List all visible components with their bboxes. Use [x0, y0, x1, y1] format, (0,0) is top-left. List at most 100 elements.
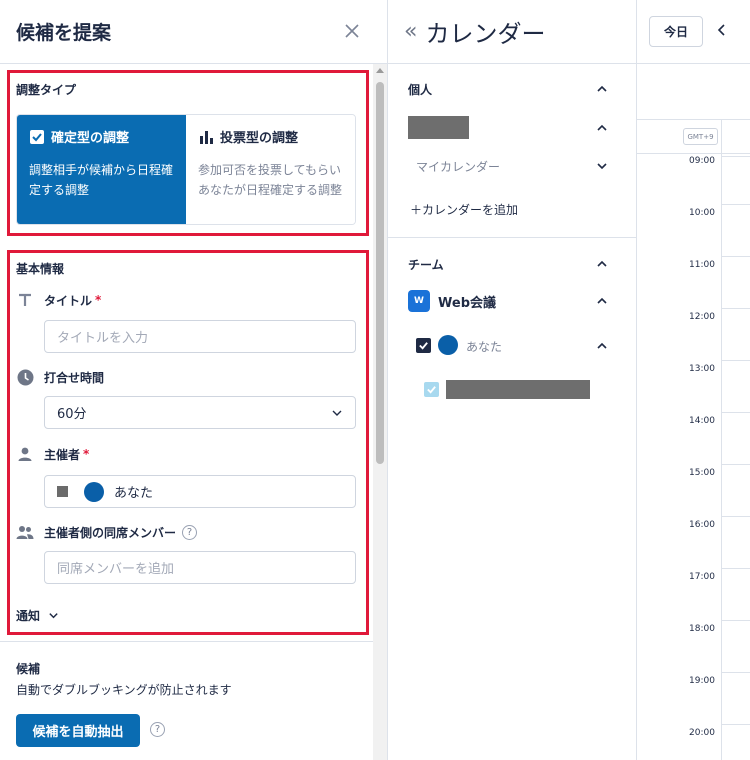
hour-label: 12:00: [689, 312, 715, 322]
organizer-color-swatch: [57, 486, 68, 497]
suggest-candidates-panel: 候補を提案 調整タイプ 確定型の調整 調整相手が候補から日程確定する調整 投票型…: [0, 0, 388, 760]
clock-icon: [16, 368, 34, 386]
divider: [0, 641, 374, 642]
calendar-panel-header: « カレンダー: [388, 0, 636, 64]
type-vote-desc: 参加可否を投票してもらいあなたが日程確定する調整: [198, 163, 343, 197]
hour-gridline: [721, 516, 750, 517]
organizer-field[interactable]: あなた: [44, 475, 356, 508]
type-vote-title: 投票型の調整: [220, 131, 299, 146]
add-calendar-link[interactable]: ＋カレンダーを追加: [410, 201, 518, 218]
candidates-desc: 自動でダブルブッキングが防止されます: [16, 683, 232, 697]
help-icon[interactable]: ?: [150, 722, 165, 737]
info-section-label: 基本情報: [16, 262, 65, 276]
type-fixed-desc: 調整相手が候補から日程確定する調整: [29, 163, 174, 197]
type-section-label: 調整タイプ: [16, 83, 77, 97]
web-meeting-badge-icon: W: [408, 290, 430, 312]
chevron-down-icon: [49, 613, 58, 619]
you-label: あなた: [466, 340, 503, 354]
all-day-row: [637, 64, 750, 120]
hour-label: 18:00: [689, 624, 715, 634]
calendar-list-panel: « カレンダー 個人 マイカレンダー ＋カレンダーを追加 チーム W Web会議…: [388, 0, 637, 760]
hour-gridline: [721, 156, 750, 157]
redacted-account-name: [408, 116, 469, 139]
chevron-down-icon[interactable]: [596, 160, 608, 172]
hour-label: 10:00: [689, 208, 715, 218]
chevron-up-icon[interactable]: [596, 340, 608, 352]
check-icon: [419, 342, 428, 350]
hour-gridline: [721, 256, 750, 257]
auto-extract-button[interactable]: 候補を自動抽出: [16, 714, 140, 747]
chevron-down-icon: [332, 410, 342, 416]
scrollbar-thumb[interactable]: [376, 82, 384, 464]
chevron-up-icon[interactable]: [596, 258, 608, 270]
chevron-up-icon[interactable]: [596, 83, 608, 95]
form-scroll-area: 調整タイプ 確定型の調整 調整相手が候補から日程確定する調整 投票型の調整 参加…: [0, 64, 387, 760]
notify-toggle[interactable]: 通知: [16, 607, 59, 624]
hour-gridline: [721, 568, 750, 569]
text-icon: [16, 291, 34, 309]
type-option-vote[interactable]: 投票型の調整 参加可否を投票してもらいあなたが日程確定する調整: [186, 115, 355, 224]
member-checkbox[interactable]: [424, 382, 439, 397]
hour-label: 14:00: [689, 416, 715, 426]
scrollbar[interactable]: [373, 64, 387, 760]
bar-chart-icon: [198, 129, 214, 145]
team-section-label: チーム: [408, 258, 444, 272]
hour-gridline: [721, 204, 750, 205]
hour-gridline: [721, 620, 750, 621]
hour-gridline: [721, 672, 750, 673]
today-button[interactable]: 今日: [649, 16, 703, 47]
members-input[interactable]: 同席メンバーを追加: [44, 551, 356, 584]
collapse-icon[interactable]: «: [404, 19, 417, 44]
schedule-header: 今日: [637, 0, 750, 64]
members-field-label: 主催者側の同席メンバー ?: [16, 523, 198, 541]
duration-field-label: 打合せ時間: [16, 368, 104, 386]
chevron-left-icon[interactable]: [715, 22, 729, 38]
close-icon: [345, 24, 359, 38]
hour-label: 15:00: [689, 468, 715, 478]
divider: [637, 153, 750, 154]
type-selector: 確定型の調整 調整相手が候補から日程確定する調整 投票型の調整 参加可否を投票し…: [16, 114, 356, 225]
avatar: [438, 335, 458, 355]
time-column-divider: [721, 120, 722, 760]
hour-label: 16:00: [689, 520, 715, 530]
close-button[interactable]: [341, 20, 363, 42]
hour-gridline: [721, 464, 750, 465]
avatar: [84, 481, 104, 502]
hour-gridline: [721, 724, 750, 725]
timezone-label: GMT+9: [683, 128, 718, 145]
chevron-up-icon[interactable]: [596, 122, 608, 134]
checkbox-checked-icon: [29, 129, 45, 145]
schedule-grid-panel: 今日 GMT+9 09:00 10:00 11:00 12:00 13:00 14:00 1…: [637, 0, 750, 760]
duration-select[interactable]: 60分: [44, 396, 356, 429]
you-checkbox[interactable]: [416, 338, 431, 353]
hour-gridline: [721, 360, 750, 361]
people-icon: [16, 523, 34, 541]
help-icon[interactable]: ?: [182, 524, 198, 540]
candidates-title: 候補: [16, 662, 41, 676]
hour-label: 19:00: [689, 676, 715, 686]
divider: [388, 237, 637, 238]
chevron-up-icon[interactable]: [596, 295, 608, 307]
my-calendar-item[interactable]: マイカレンダー: [416, 158, 500, 175]
title-input[interactable]: タイトルを入力: [44, 320, 356, 353]
check-icon: [427, 386, 436, 394]
calendar-panel-title: カレンダー: [425, 20, 546, 48]
panel-title: 候補を提案: [16, 22, 112, 44]
hour-gridline: [721, 308, 750, 309]
hour-label: 17:00: [689, 572, 715, 582]
hour-label: 20:00: [689, 728, 715, 738]
personal-section-label: 個人: [408, 83, 433, 97]
hour-label: 13:00: [689, 364, 715, 374]
title-field-label: タイトル *: [16, 291, 101, 309]
person-icon: [16, 445, 34, 463]
hour-gridline: [721, 412, 750, 413]
organizer-field-label: 主催者 *: [16, 445, 89, 463]
type-option-fixed[interactable]: 確定型の調整 調整相手が候補から日程確定する調整: [17, 115, 186, 224]
hour-label: 09:00: [689, 156, 715, 166]
hour-label: 11:00: [689, 260, 715, 270]
panel-header: 候補を提案: [0, 0, 387, 64]
scroll-up-arrow-icon[interactable]: [376, 68, 384, 73]
type-fixed-title: 確定型の調整: [51, 131, 130, 146]
redacted-member-name: [446, 380, 590, 399]
web-meeting-label: Web会議: [438, 296, 496, 311]
